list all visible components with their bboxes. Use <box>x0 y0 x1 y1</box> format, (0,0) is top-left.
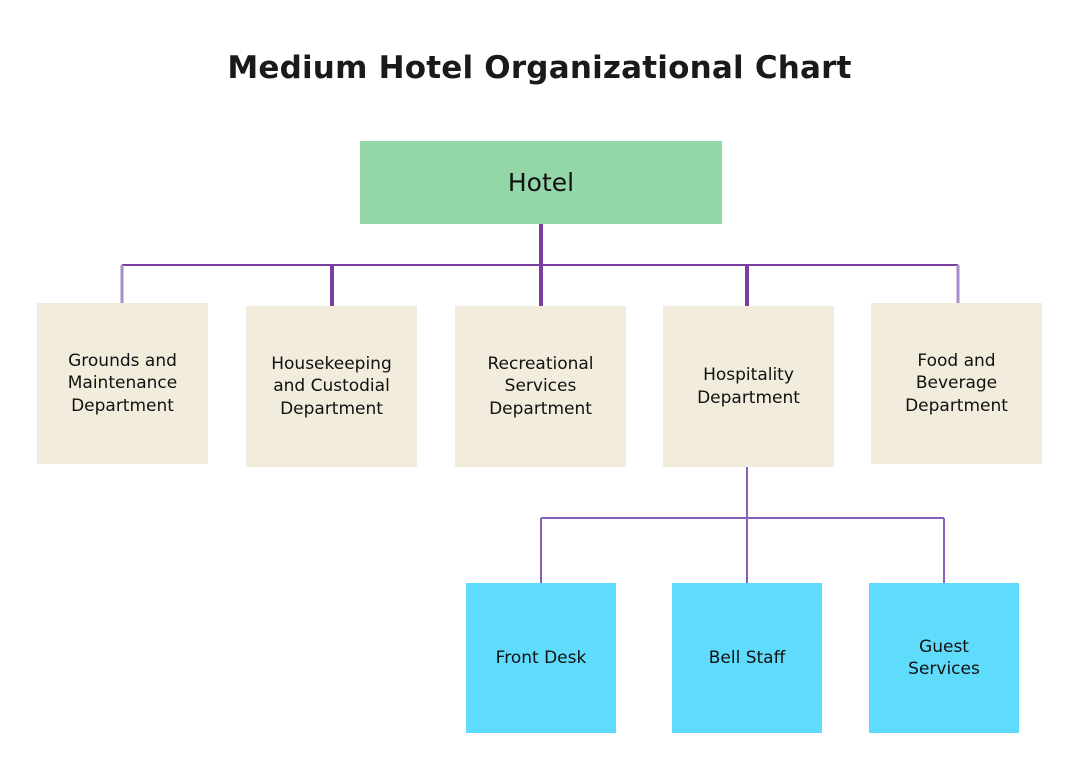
page-title: Medium Hotel Organizational Chart <box>227 50 852 86</box>
node-hospitality-department[interactable]: Hospitality Department <box>663 306 834 467</box>
org-chart-canvas: Medium Hotel Organizational Chart Hotel … <box>0 0 1079 768</box>
node-recreational-services-department[interactable]: Recreational Services Department <box>455 306 626 467</box>
node-grounds-and-maintenance-department[interactable]: Grounds and Maintenance Department <box>37 303 208 464</box>
node-guest-services[interactable]: Guest Services <box>869 583 1019 733</box>
node-label: Bell Staff <box>708 647 786 668</box>
node-label: Housekeeping and Custodial Department <box>271 353 392 419</box>
node-bell-staff[interactable]: Bell Staff <box>672 583 822 733</box>
node-front-desk[interactable]: Front Desk <box>466 583 616 733</box>
node-label: Guest Services <box>908 636 980 679</box>
node-housekeeping-and-custodial-department[interactable]: Housekeeping and Custodial Department <box>246 306 417 467</box>
node-label: Grounds and Maintenance Department <box>67 350 178 416</box>
node-label: Front Desk <box>495 647 587 668</box>
node-food-and-beverage-department[interactable]: Food and Beverage Department <box>871 303 1042 464</box>
node-label: Hospitality Department <box>697 365 800 408</box>
node-label: Food and Beverage Department <box>905 350 1008 416</box>
node-hotel[interactable]: Hotel <box>360 141 722 224</box>
node-label: Hotel <box>507 168 575 197</box>
node-label: Recreational Services Department <box>487 353 594 419</box>
